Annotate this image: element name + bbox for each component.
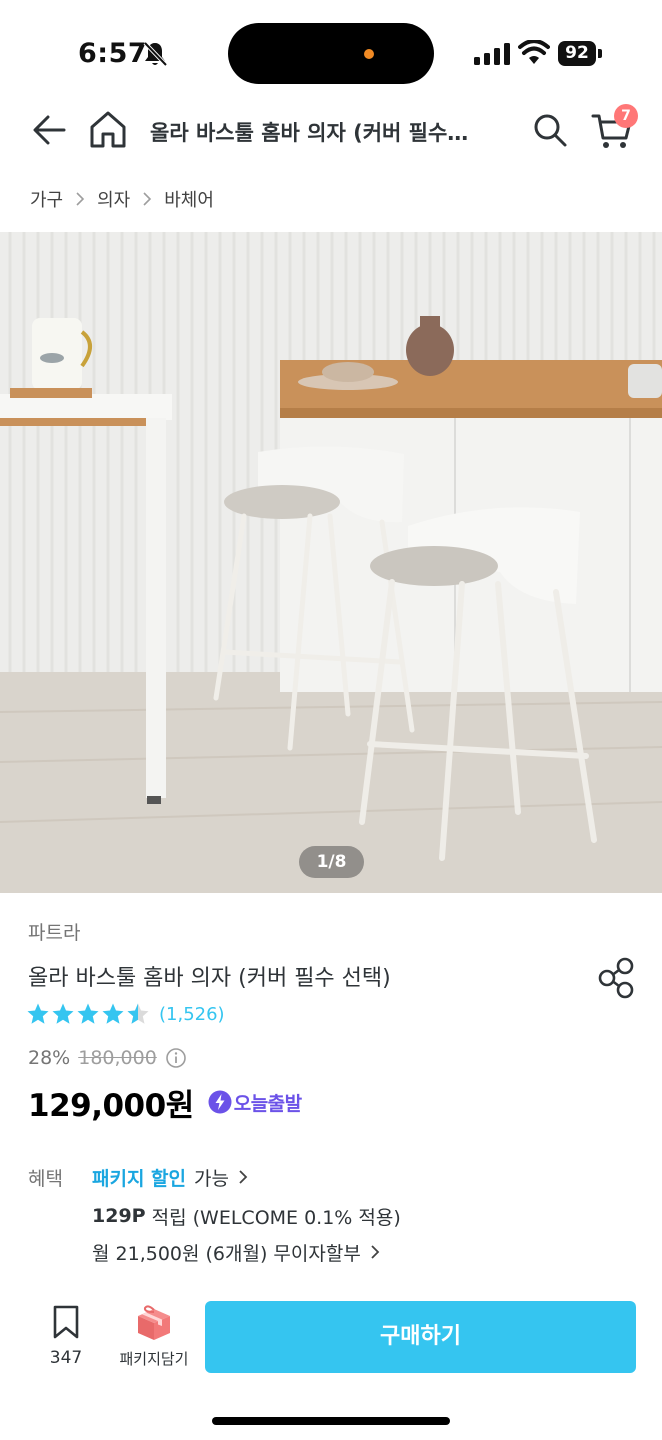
package-discount-suffix: 가능 (194, 1167, 229, 1190)
bottom-action-bar: 347 패키지담기 구매하기 (0, 1290, 662, 1400)
status-time: 6:57 (78, 38, 148, 69)
price-row: 129,000원 오늘출발 (28, 1082, 302, 1124)
star-full-icon (27, 1003, 49, 1024)
nav-header: 올라 바스툴 홈바 의자 (커버 필수… 7 (0, 100, 662, 162)
cart-count-badge: 7 (614, 104, 638, 128)
battery-level: 92 (565, 43, 589, 63)
star-half-icon (127, 1003, 149, 1024)
star-full-icon (52, 1003, 74, 1024)
bookmark-count: 347 (49, 1348, 83, 1368)
points-description: 적립 (WELCOME 0.1% 적용) (145, 1206, 401, 1229)
price-discount-row: 28% 180,000 (28, 1044, 187, 1072)
home-indicator[interactable] (212, 1417, 450, 1425)
benefit-label: 혜택 (28, 1168, 63, 1190)
points-amount: 129P (92, 1205, 146, 1227)
sale-price: 129,000원 (28, 1087, 194, 1124)
gift-box-icon (138, 1305, 170, 1340)
page-title: 올라 바스툴 홈바 의자 (커버 필수… (150, 121, 469, 145)
package-discount-row[interactable]: 패키지 할인 가능 (92, 1163, 251, 1191)
package-cart-button[interactable]: 패키지담기 (112, 1304, 196, 1374)
product-image-gallery[interactable]: 1/8 (0, 232, 662, 893)
share-icon[interactable] (596, 956, 636, 1000)
chevron-right-icon (239, 1170, 248, 1184)
chevron-right-icon (371, 1245, 380, 1259)
back-arrow-icon[interactable] (30, 110, 70, 150)
lightning-icon (208, 1090, 232, 1114)
cellular-signal-icon (474, 43, 510, 65)
rating-row[interactable]: (1,526) (26, 1000, 225, 1028)
today-shipping-badge: 오늘출발 (208, 1089, 302, 1116)
package-discount-link[interactable]: 패키지 할인 (92, 1164, 186, 1191)
product-photo (0, 232, 662, 893)
review-count[interactable]: (1,526) (159, 1004, 225, 1025)
breadcrumb-chairs[interactable]: 의자 (97, 186, 130, 212)
bookmark-icon (53, 1305, 79, 1339)
package-cart-label: 패키지담기 (119, 1350, 189, 1368)
chevron-right-icon (76, 192, 85, 206)
home-icon[interactable] (88, 108, 128, 150)
breadcrumb-furniture[interactable]: 가구 (30, 186, 63, 212)
brand-name[interactable]: 파트라 (28, 918, 80, 945)
installment-row[interactable]: 월 21,500원 (6개월) 무이자할부 (92, 1238, 383, 1266)
star-full-icon (77, 1003, 99, 1024)
product-title: 올라 바스툴 홈바 의자 (커버 필수 선택) (28, 966, 391, 991)
points-row: 129P 적립 (WELCOME 0.1% 적용) (92, 1202, 401, 1230)
battery-indicator: 92 (558, 41, 602, 66)
original-price: 180,000 (78, 1047, 157, 1069)
info-icon[interactable] (165, 1047, 187, 1069)
today-shipping-label: 오늘출발 (233, 1092, 302, 1115)
breadcrumb: 가구 의자 바체어 (30, 186, 214, 212)
gallery-page-indicator: 1/8 (299, 846, 364, 878)
bookmark-button[interactable]: 347 (40, 1304, 92, 1374)
status-bar: 6:57 92 (0, 0, 662, 100)
buy-button[interactable]: 구매하기 (205, 1301, 636, 1373)
wifi-icon (518, 40, 550, 64)
dynamic-island (228, 23, 434, 84)
bell-muted-icon (143, 41, 168, 67)
installment-text: 월 21,500원 (6개월) 무이자할부 (92, 1242, 361, 1265)
discount-rate: 28% (28, 1047, 71, 1069)
star-full-icon (102, 1003, 124, 1024)
breadcrumb-bar-chairs[interactable]: 바체어 (164, 186, 214, 212)
recording-indicator (364, 49, 374, 59)
search-icon[interactable] (530, 110, 570, 150)
chevron-right-icon (143, 192, 152, 206)
